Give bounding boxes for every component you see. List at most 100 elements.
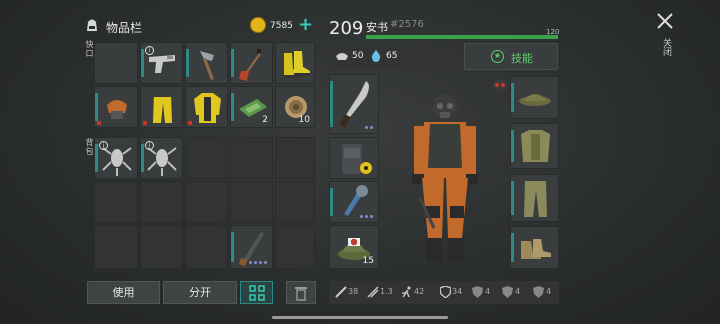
slot-accent	[231, 232, 234, 262]
sort-button[interactable]	[240, 281, 273, 304]
bottom-stats-bar: 38 1.3 42 34 4 4 4	[329, 281, 559, 304]
yellow-pants-icon	[153, 93, 172, 123]
gas-mask-helmet-icon	[104, 94, 130, 120]
info-icon: i	[145, 141, 154, 150]
home-indicator	[272, 316, 448, 319]
item-quantity: 15	[362, 256, 374, 266]
food-value: 50	[352, 51, 364, 61]
skills-label: 技能	[511, 52, 533, 65]
toxic-resist-icon	[533, 286, 544, 298]
quick-slot-jacket[interactable]	[185, 86, 228, 128]
slot-accent	[511, 130, 514, 162]
star-badge-icon: ★	[491, 50, 504, 63]
water-value: 65	[386, 51, 398, 61]
backpack-slot-empty[interactable]	[140, 225, 183, 269]
backpack-radiation-icon	[342, 144, 372, 174]
slot-accent	[186, 49, 189, 77]
gear-slot-backpack[interactable]	[329, 137, 379, 179]
close-label: 关闭	[661, 38, 671, 56]
close-button[interactable]: 关闭	[652, 10, 678, 70]
split-button[interactable]: 分开	[163, 281, 237, 304]
stat-armor: 34	[452, 287, 463, 296]
armor-slot-pants[interactable]	[510, 174, 559, 222]
slot-accent	[511, 181, 514, 215]
hatchet-icon	[200, 51, 214, 80]
slot-accent	[141, 49, 144, 77]
quick-slot-rope[interactable]: 10	[275, 86, 315, 128]
backpack-slot-empty[interactable]	[185, 225, 228, 269]
slot-accent	[511, 233, 514, 262]
backpack-slot-empty[interactable]	[230, 137, 273, 179]
coin-icon	[250, 17, 266, 33]
weapon-slot-machete[interactable]	[329, 74, 379, 134]
backpack-icon	[84, 17, 100, 33]
gear-slot-club[interactable]	[329, 181, 379, 223]
slot-accent	[231, 49, 234, 77]
melee-damage-icon	[335, 286, 347, 298]
boots-icon	[521, 239, 551, 259]
backpack-slot-creature-1[interactable]: i	[94, 137, 138, 179]
grid-icon	[248, 285, 265, 301]
skills-button[interactable]: ★ 技能	[464, 43, 558, 70]
use-button[interactable]: 使用	[87, 281, 160, 304]
cap-icon	[519, 94, 551, 106]
stat-toxic-resist: 4	[546, 287, 552, 296]
inventory-title: 物品栏	[106, 21, 143, 35]
slot-accent	[330, 188, 333, 216]
food-icon	[336, 53, 348, 60]
quick-slot-mask[interactable]	[94, 86, 138, 128]
slot-accent	[141, 144, 144, 172]
backpack-slot-empty[interactable]	[94, 181, 138, 223]
armor-slot-boots[interactable]	[510, 226, 559, 269]
quick-slot-hatchet[interactable]	[185, 42, 228, 84]
stat-melee-damage: 38	[348, 287, 359, 296]
quick-slot-shovel[interactable]	[230, 42, 273, 84]
gear-slot-medkit[interactable]: 15	[329, 225, 379, 269]
quick-slot-pants[interactable]	[140, 86, 183, 128]
quick-slot-1[interactable]	[94, 42, 138, 84]
coin-count: 7585	[270, 21, 293, 31]
trash-icon	[295, 287, 307, 301]
player-id: #2576	[390, 19, 424, 30]
backpack-slot-empty[interactable]	[185, 137, 228, 179]
backpack-slot-empty[interactable]	[275, 137, 315, 179]
rarity-dots	[365, 126, 373, 129]
stat-running-speed: 42	[414, 287, 425, 296]
rope-coil-icon	[285, 96, 307, 118]
attack-speed-icon	[367, 286, 379, 298]
add-coins-button[interactable]: +	[298, 14, 313, 35]
info-icon: i	[145, 46, 154, 55]
radiation-resist-icon	[502, 286, 513, 298]
backpack-slot-empty[interactable]	[185, 181, 228, 223]
slot-accent	[330, 81, 333, 127]
health-bar	[366, 35, 558, 39]
yellow-jacket-icon	[194, 93, 221, 123]
gas-mask-small-icon	[491, 77, 509, 95]
quick-slot-pistol[interactable]: i	[140, 42, 183, 84]
backpack-slot-empty[interactable]	[230, 181, 273, 223]
player-level: 209	[329, 18, 364, 39]
backpack-slot-empty[interactable]	[275, 225, 315, 269]
quick-slot-boots[interactable]	[275, 42, 315, 84]
armor-slot-vest[interactable]	[510, 123, 559, 169]
slot-accent	[95, 93, 98, 121]
backpack-slot-empty[interactable]	[275, 181, 315, 223]
player-name: 安书	[366, 21, 388, 34]
backpack-slot-empty[interactable]	[140, 181, 183, 223]
boots-icon	[284, 51, 310, 78]
shovel-icon	[239, 49, 261, 81]
broken-indicator	[97, 121, 101, 125]
backpack-slot-empty[interactable]	[94, 225, 138, 269]
armor-slot-cap[interactable]	[510, 76, 559, 119]
quick-slot-cash[interactable]: 2	[230, 86, 273, 128]
cold-resist-icon	[472, 286, 483, 298]
broken-indicator	[143, 121, 147, 125]
close-icon	[657, 13, 673, 29]
backpack-slot-creature-2[interactable]: i	[140, 137, 183, 179]
backpack-slot-rifle[interactable]	[230, 225, 273, 269]
cargo-pants-icon	[524, 181, 547, 217]
character-model	[400, 88, 490, 268]
trash-button[interactable]	[286, 281, 316, 304]
slot-accent	[95, 144, 98, 172]
item-quantity: 2	[262, 115, 268, 125]
